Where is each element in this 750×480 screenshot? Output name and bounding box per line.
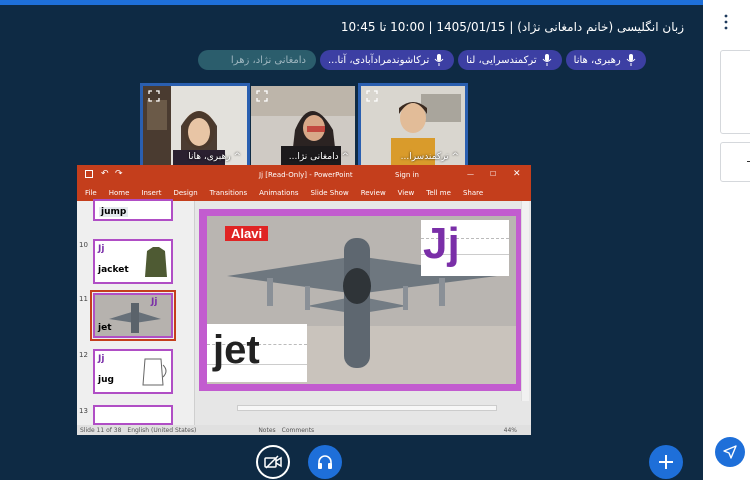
more-options-icon[interactable] xyxy=(723,14,729,30)
video-strip: ^ رهبری، هانا ^ دامغانی نژا... ^ ترکمندس… xyxy=(140,83,468,168)
microphone-icon xyxy=(434,54,444,66)
current-slide[interactable]: Alavi Jj jet xyxy=(199,209,524,391)
slide-thumb[interactable]: jump xyxy=(93,199,173,221)
slide-thumb[interactable]: Jj jet xyxy=(90,290,176,341)
word-box: jet xyxy=(207,324,307,382)
expand-icon[interactable] xyxy=(148,90,160,102)
send-icon xyxy=(723,445,737,459)
participant-name: رهبری، هانا xyxy=(573,54,621,66)
tab-home[interactable]: Home xyxy=(109,189,130,197)
slide-thumb[interactable] xyxy=(93,405,173,425)
slide-number: 10 xyxy=(79,241,88,249)
thumb-word: jacket xyxy=(98,265,129,275)
participant-chip[interactable]: دامغانی نژاد، زهرا xyxy=(198,50,316,70)
slide-number: 11 xyxy=(79,295,88,303)
slide-thumb[interactable]: Jj jacket xyxy=(93,239,173,284)
thumb-letter: Jj xyxy=(151,297,158,307)
shared-presentation[interactable]: ↶ ↷ Jj [Read-Only] - PowerPoint Sign in … xyxy=(77,165,531,435)
thumb-letter: Jj xyxy=(98,354,105,364)
tab-file[interactable]: File xyxy=(85,189,97,197)
video-label: ^ ترکمندسرا... xyxy=(400,152,459,162)
chat-side-panel xyxy=(703,0,750,480)
microphone-icon xyxy=(626,54,636,66)
tab-design[interactable]: Design xyxy=(173,189,197,197)
camera-toggle-button[interactable] xyxy=(256,445,290,479)
tab-insert[interactable]: Insert xyxy=(141,189,161,197)
tab-slide-show[interactable]: Slide Show xyxy=(310,189,348,197)
participant-chip[interactable]: ترکاشوندمرادآبادی، آنا... xyxy=(320,50,455,70)
session-title: زبان انگلیسی (خانم دامغانی نژاد) | 1405/… xyxy=(340,20,684,34)
maximize-icon[interactable]: ☐ xyxy=(490,170,496,178)
send-button[interactable] xyxy=(715,437,745,467)
participant-name: ترکمندسرایی، لنا xyxy=(466,54,537,66)
ppt-sign-in[interactable]: Sign in xyxy=(395,171,419,179)
thumb-word: jug xyxy=(98,375,114,385)
video-tile[interactable]: ^ دامغانی نژا... xyxy=(251,86,355,165)
slide-word: jet xyxy=(213,328,260,372)
camera-off-icon xyxy=(264,455,282,469)
participant-chip[interactable]: رهبری، هانا xyxy=(565,50,646,70)
zoom-level: 44% xyxy=(503,426,517,434)
redo-icon[interactable]: ↷ xyxy=(115,169,123,179)
chat-card xyxy=(720,142,750,182)
expand-icon[interactable] xyxy=(366,90,378,102)
participant-name: دامغانی نژاد، زهرا xyxy=(230,54,306,66)
headphones-icon xyxy=(318,455,332,469)
video-tile[interactable]: ^ رهبری، هانا xyxy=(140,83,250,168)
ppt-statusbar: Slide 11 of 38 English (United States) N… xyxy=(77,425,531,435)
slide-editor: Alavi Jj jet xyxy=(197,201,531,425)
language: English (United States) xyxy=(127,426,197,434)
tab-animations[interactable]: Animations xyxy=(259,189,298,197)
video-label: ^ رهبری، هانا xyxy=(188,152,241,162)
ppt-file-title: Jj [Read-Only] - PowerPoint xyxy=(259,171,353,179)
tab-tell-me[interactable]: Tell me xyxy=(426,189,451,197)
slide-number: 13 xyxy=(79,407,88,415)
chat-card xyxy=(720,50,750,134)
tab-view[interactable]: View xyxy=(398,189,415,197)
video-label: ^ دامغانی نژا... xyxy=(288,152,349,162)
horizontal-scrollbar[interactable] xyxy=(237,405,497,411)
ppt-titlebar: ↶ ↷ Jj [Read-Only] - PowerPoint Sign in … xyxy=(77,165,531,185)
ppt-workspace: jump 10 Jj jacket 11 Jj jet 12 Jj jug 13 xyxy=(77,199,531,425)
slide-info: Slide 11 of 38 xyxy=(80,426,122,434)
undo-icon[interactable]: ↶ xyxy=(101,169,109,179)
jacket-image xyxy=(145,247,167,277)
notes-button[interactable]: Notes xyxy=(258,427,275,434)
actions-plus-button[interactable] xyxy=(649,445,683,479)
participant-name: ترکاشوندمرادآبادی، آنا... xyxy=(328,54,430,66)
letter-box: Jj xyxy=(421,219,509,276)
tab-transitions[interactable]: Transitions xyxy=(210,189,248,197)
minimize-icon[interactable]: — xyxy=(467,170,474,178)
expand-icon[interactable] xyxy=(256,90,268,102)
thumb-letter: Jj xyxy=(98,244,105,254)
thumb-word: jump xyxy=(99,207,129,217)
tab-share[interactable]: Share xyxy=(463,189,483,197)
slide-thumb[interactable]: Jj jug xyxy=(93,349,173,394)
jug-image xyxy=(142,358,167,386)
close-icon[interactable]: ✕ xyxy=(513,169,521,179)
name-badge: Alavi xyxy=(225,226,269,241)
vertical-scrollbar[interactable] xyxy=(521,201,529,401)
slide-thumbnails: jump 10 Jj jacket 11 Jj jet 12 Jj jug 13 xyxy=(77,199,195,425)
comments-button[interactable]: Comments xyxy=(282,427,315,434)
thumb-word: jet xyxy=(98,323,112,333)
video-tile[interactable]: ^ ترکمندسرا... xyxy=(358,83,468,168)
save-icon[interactable] xyxy=(85,170,93,178)
session-header: زبان انگلیسی (خانم دامغانی نژاد) | 1405/… xyxy=(150,20,690,40)
audio-button[interactable] xyxy=(308,445,342,479)
microphone-icon xyxy=(542,54,552,66)
slide-number: 12 xyxy=(79,351,88,359)
plus-icon xyxy=(659,455,673,469)
slide-letter: Jj xyxy=(423,219,460,268)
participant-chip[interactable]: ترکمندسرایی، لنا xyxy=(458,50,562,70)
slide-canvas: Alavi Jj jet xyxy=(207,216,516,384)
tab-review[interactable]: Review xyxy=(361,189,386,197)
participant-chips: رهبری، هانا ترکمندسرایی، لنا ترکاشوندمرا… xyxy=(198,50,646,70)
